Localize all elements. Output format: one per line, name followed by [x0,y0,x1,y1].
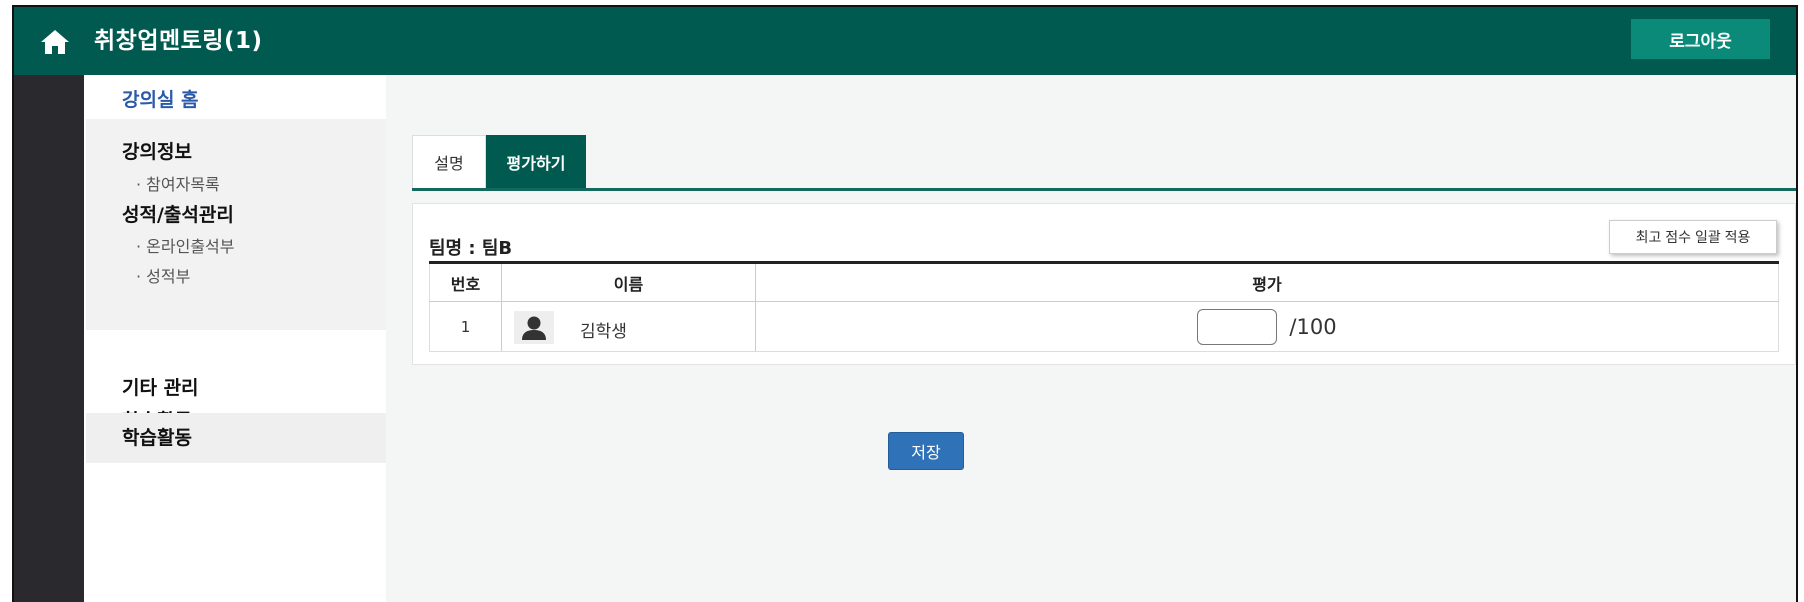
tab-description[interactable]: 설명 [412,135,486,188]
avatar [514,311,554,344]
sidebar-item-other-manage[interactable]: 기타 관리 [122,373,199,400]
team-name-label: 팀명 : 팀B [429,238,513,259]
row-name-cell: 김학생 [501,301,756,352]
sidebar-item-label: 학습활동 [122,427,192,449]
column-header-name: 이름 [501,262,756,302]
row-number: 1 [429,301,502,352]
left-rail [14,75,84,602]
sidebar: 강의실 홈 강의정보 · 참여자목록 성적/출석관리 · 온라인출석부 · 성적… [86,75,386,602]
apply-max-score-button[interactable]: 최고 점수 일괄 적용 [1609,220,1777,254]
save-button[interactable]: 저장 [888,432,964,470]
sidebar-item-classroom-home[interactable]: 강의실 홈 [86,75,386,119]
score-max-label: /100 [1289,314,1337,339]
sidebar-item-grades-attendance[interactable]: 성적/출석관리 [122,200,234,227]
student-name: 김학생 [580,322,627,342]
column-header-evaluation: 평가 [755,262,1779,302]
score-input[interactable] [1197,308,1278,345]
person-icon [522,316,546,340]
app-title: 취창업멘토링(1) [94,28,263,54]
tab-evaluate[interactable]: 평가하기 [486,135,586,188]
sidebar-group-course: 강의정보 · 참여자목록 성적/출석관리 · 온라인출석부 · 성적부 [86,119,386,330]
home-icon[interactable] [40,29,70,55]
main-content: 설명 평가하기 팀명 : 팀B 최고 점수 일괄 적용 번호 이름 평가 1 김… [386,75,1796,602]
sidebar-item-gradebook[interactable]: · 성적부 [136,263,190,287]
sidebar-item-learning-activity-active[interactable]: 학습활동 [86,413,386,463]
evaluation-table: 번호 이름 평가 1 김학생 /100 [429,261,1779,352]
top-bar: 취창업멘토링(1) 로그아웃 [14,7,1796,75]
sidebar-item-label: 강의실 홈 [122,89,199,111]
logout-button[interactable]: 로그아웃 [1631,19,1770,59]
sidebar-item-course-info[interactable]: 강의정보 [122,137,192,164]
row-evaluation-cell: /100 [755,301,1779,352]
sidebar-item-participants[interactable]: · 참여자목록 [136,171,220,195]
score-group: /100 [756,308,1778,345]
table-header-row: 번호 이름 평가 [429,262,1779,302]
tab-bar: 설명 평가하기 [412,135,1796,191]
app-frame: 취창업멘토링(1) 로그아웃 강의실 홈 강의정보 · 참여자목록 성적/출석관… [12,5,1798,602]
sidebar-item-online-attendance[interactable]: · 온라인출석부 [136,233,235,257]
column-header-number: 번호 [429,262,502,302]
table-row: 1 김학생 /100 [429,301,1779,352]
evaluation-panel: 팀명 : 팀B 최고 점수 일괄 적용 번호 이름 평가 1 김학생 /100 [412,203,1796,365]
